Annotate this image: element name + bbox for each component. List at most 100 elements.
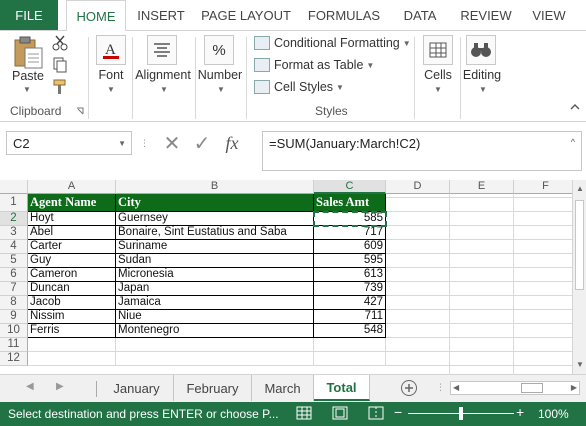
zoom-in-icon[interactable]: +	[516, 404, 524, 420]
number-format-icon[interactable]: %	[204, 35, 234, 65]
tab-view[interactable]: VIEW	[526, 0, 572, 30]
number-button[interactable]: Number	[197, 68, 243, 82]
table-cell[interactable]: Jacob	[28, 296, 116, 310]
empty-cell[interactable]	[28, 338, 116, 352]
row-header[interactable]: 9	[0, 310, 28, 324]
table-cell[interactable]: Jamaica	[116, 296, 314, 310]
table-cell[interactable]: 427	[314, 296, 386, 310]
cells-dropdown-icon[interactable]: ▼	[434, 85, 442, 94]
paste-button[interactable]: Paste	[10, 69, 46, 83]
table-cell[interactable]: Japan	[116, 282, 314, 296]
table-cell[interactable]: 711	[314, 310, 386, 324]
tab-home[interactable]: HOME	[66, 0, 126, 31]
row-header[interactable]: 10	[0, 324, 28, 338]
tab-formulas[interactable]: FORMULAS	[304, 0, 384, 30]
column-header-e[interactable]: E	[450, 180, 514, 194]
scroll-up-icon[interactable]: ▲	[576, 184, 584, 193]
table-cell[interactable]: 595	[314, 254, 386, 268]
vertical-scrollbar[interactable]: ▲ ▼	[572, 180, 586, 374]
row-header[interactable]: 3	[0, 226, 28, 240]
row-header[interactable]: 7	[0, 282, 28, 296]
insert-function-icon[interactable]: fx	[217, 133, 247, 154]
table-cell[interactable]: 613	[314, 268, 386, 282]
binoculars-icon[interactable]	[466, 35, 496, 65]
number-dropdown-icon[interactable]: ▼	[217, 85, 225, 94]
table-cell[interactable]: Sudan	[116, 254, 314, 268]
row-header[interactable]: 1	[0, 194, 28, 212]
previous-sheet-icon[interactable]: ◀	[26, 381, 34, 392]
table-cell[interactable]: 717	[314, 226, 386, 240]
table-cell[interactable]: Abel	[28, 226, 116, 240]
zoom-out-icon[interactable]: −	[394, 404, 402, 420]
row-header[interactable]: 2	[0, 212, 28, 226]
more-options-icon[interactable]: ⋮	[140, 138, 149, 149]
alignment-icon[interactable]	[147, 35, 177, 65]
cancel-icon[interactable]: ✕	[157, 131, 187, 156]
table-cell[interactable]: Montenegro	[116, 324, 314, 338]
empty-cell[interactable]	[28, 352, 116, 366]
next-sheet-icon[interactable]: ▶	[56, 381, 64, 392]
normal-view-icon[interactable]	[296, 406, 312, 420]
format-as-table-button[interactable]: Format as Table ▼	[254, 55, 374, 75]
vertical-scroll-thumb[interactable]	[575, 200, 584, 290]
editing-dropdown-icon[interactable]: ▼	[479, 85, 487, 94]
table-cell[interactable]: Bonaire, Sint Eustatius and Saba	[116, 226, 314, 240]
format-painter-icon[interactable]	[52, 79, 68, 95]
paste-dropdown-icon[interactable]: ▼	[23, 85, 31, 94]
name-box[interactable]: C2 ▼	[6, 131, 132, 155]
empty-cell[interactable]	[314, 338, 386, 352]
scroll-left-icon[interactable]: ◀	[453, 383, 459, 392]
row-header[interactable]: 6	[0, 268, 28, 282]
font-dropdown-icon[interactable]: ▼	[107, 85, 115, 94]
column-header-c[interactable]: C	[314, 180, 386, 194]
cells-button[interactable]: Cells	[418, 68, 458, 82]
table-cell[interactable]: Duncan	[28, 282, 116, 296]
sheet-tab-february[interactable]: February	[174, 375, 252, 401]
empty-cell[interactable]	[116, 352, 314, 366]
table-cell[interactable]: Guy	[28, 254, 116, 268]
scroll-right-icon[interactable]: ▶	[571, 383, 577, 392]
column-header-a[interactable]: A	[28, 180, 116, 194]
table-cell[interactable]: Cameron	[28, 268, 116, 282]
collapse-ribbon-icon[interactable]	[570, 103, 580, 111]
row-header[interactable]: 4	[0, 240, 28, 254]
scroll-down-icon[interactable]: ▼	[576, 360, 584, 369]
worksheet-grid[interactable]: A B C D E F 1 2 3 4 5 6 7 8 9 10 11 12 A…	[0, 180, 572, 374]
table-header-cell[interactable]: City	[116, 194, 314, 212]
conditional-formatting-button[interactable]: Conditional Formatting ▼	[254, 33, 411, 53]
sheet-tab-january[interactable]: January	[100, 375, 174, 401]
tab-data[interactable]: DATA	[394, 0, 446, 30]
table-cell[interactable]: 609	[314, 240, 386, 254]
tab-page-layout[interactable]: PAGE LAYOUT	[198, 0, 294, 30]
column-header-f[interactable]: F	[514, 180, 572, 194]
table-cell[interactable]: Ferris	[28, 324, 116, 338]
alignment-button[interactable]: Alignment	[134, 68, 192, 82]
row-header[interactable]: 8	[0, 296, 28, 310]
column-header-b[interactable]: B	[116, 180, 314, 194]
tab-review[interactable]: REVIEW	[456, 0, 516, 30]
empty-cell[interactable]	[314, 352, 386, 366]
table-cell[interactable]: Nissim	[28, 310, 116, 324]
sheet-tab-march[interactable]: March	[252, 375, 314, 401]
empty-cell[interactable]	[116, 338, 314, 352]
formula-input[interactable]: =SUM(January:March!C2) ^	[262, 131, 582, 171]
tab-file[interactable]: FILE	[0, 0, 58, 30]
column-header-d[interactable]: D	[386, 180, 450, 194]
empty-cell-area[interactable]	[386, 194, 572, 374]
page-break-preview-icon[interactable]	[368, 406, 384, 420]
clipboard-launcher-icon[interactable]	[76, 107, 84, 115]
enter-check-icon[interactable]: ✓	[187, 131, 217, 156]
font-icon[interactable]: A	[96, 35, 126, 65]
horizontal-scrollbar[interactable]: ◀ ▶	[450, 381, 580, 395]
select-all-corner[interactable]	[0, 180, 28, 194]
table-header-cell[interactable]: Agent Name	[28, 194, 116, 212]
copy-icon[interactable]	[52, 57, 68, 73]
table-cell[interactable]: Niue	[116, 310, 314, 324]
table-cell[interactable]: 739	[314, 282, 386, 296]
cell-styles-button[interactable]: Cell Styles ▼	[254, 77, 344, 97]
font-button[interactable]: Font	[94, 68, 128, 82]
table-cell[interactable]: Suriname	[116, 240, 314, 254]
sheet-tab-total[interactable]: Total	[314, 375, 370, 401]
table-cell[interactable]: Hoyt	[28, 212, 116, 226]
table-cell[interactable]: Guernsey	[116, 212, 314, 226]
